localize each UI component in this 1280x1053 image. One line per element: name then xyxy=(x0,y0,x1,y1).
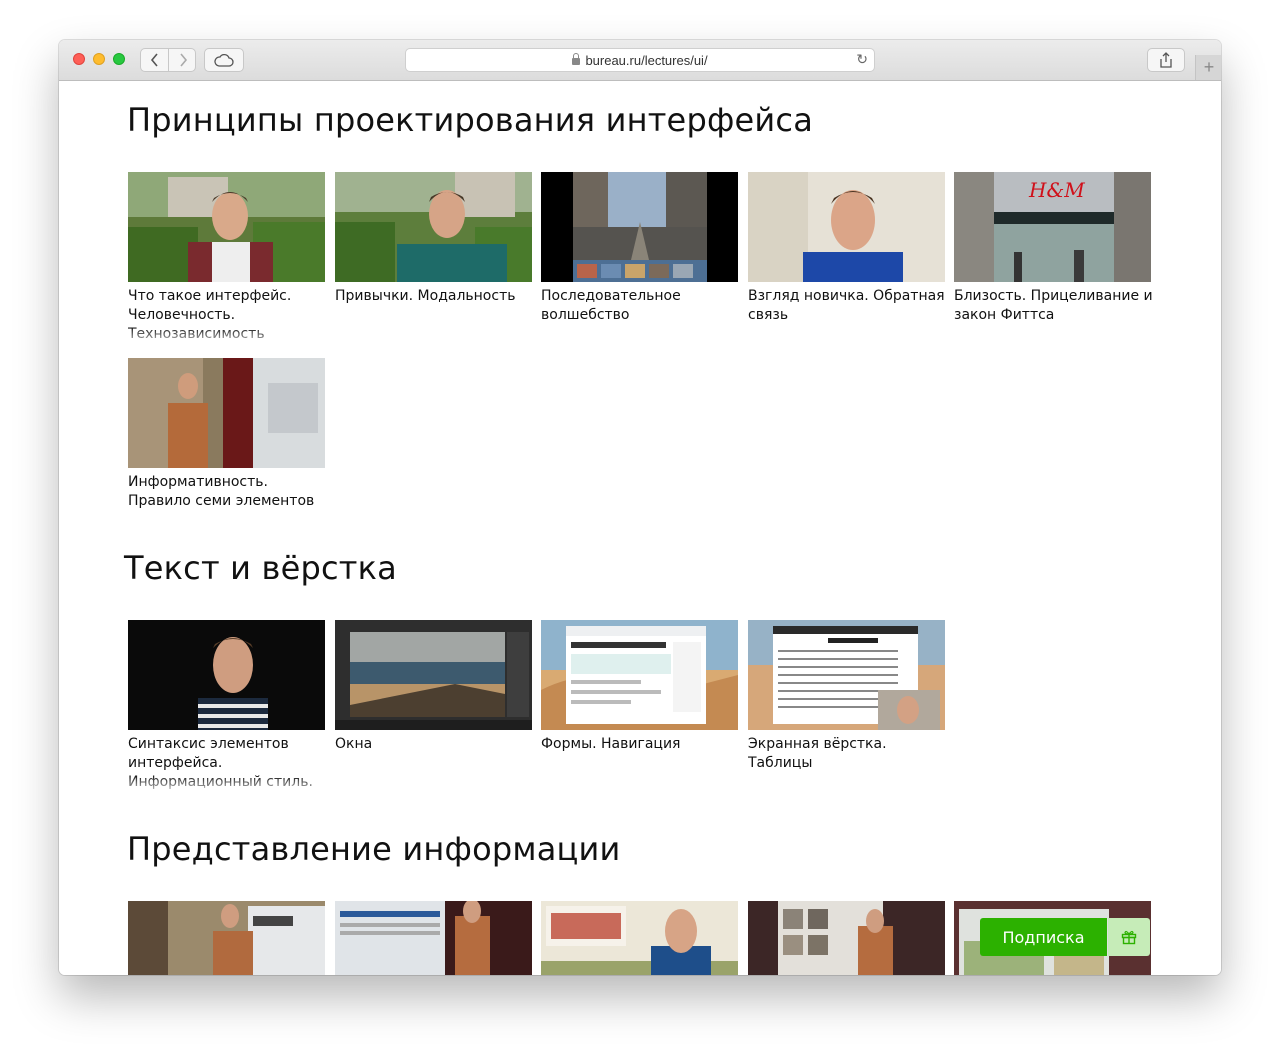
lecture-thumbnail xyxy=(335,172,532,282)
lecture-card[interactable]: Экранная вёрстка. Таблицы xyxy=(748,620,945,773)
lecture-card[interactable] xyxy=(335,901,532,975)
lecture-card[interactable] xyxy=(541,901,738,975)
lecture-card[interactable]: Окна xyxy=(335,620,532,754)
lecture-title: Что такое интерфейс. Человечность. Техно… xyxy=(128,288,292,342)
lecture-card[interactable]: Информативность. Правило семи элементов xyxy=(128,358,325,511)
lecture-card[interactable]: Последовательное волшебство xyxy=(541,172,738,325)
minimize-window-button[interactable] xyxy=(93,53,105,65)
gift-icon xyxy=(1121,930,1137,945)
lecture-thumbnail xyxy=(128,172,325,282)
page-content: Принципы проектирования интерфейса Что т… xyxy=(59,81,1221,975)
svg-text:H&M: H&M xyxy=(1028,178,1085,202)
lecture-thumbnail xyxy=(748,620,945,730)
lecture-thumbnail xyxy=(128,358,325,468)
share-button[interactable] xyxy=(1147,48,1185,72)
reload-icon[interactable]: ↻ xyxy=(856,51,868,68)
lecture-title: Последовательное волшебство xyxy=(541,288,681,323)
zoom-window-button[interactable] xyxy=(113,53,125,65)
lecture-card[interactable]: Что такое интерфейс. Человечность. Техно… xyxy=(128,172,325,344)
new-tab-button[interactable]: + xyxy=(1195,55,1221,80)
gift-button[interactable] xyxy=(1108,918,1150,956)
lecture-title: Экранная вёрстка. Таблицы xyxy=(748,736,887,771)
lecture-thumbnail xyxy=(335,620,532,730)
lecture-title: Формы. Навигация xyxy=(541,736,681,752)
lecture-thumbnail xyxy=(128,901,325,975)
address-bar[interactable]: bureau.ru/lectures/ui/ ↻ xyxy=(405,48,875,72)
lecture-card[interactable] xyxy=(748,901,945,975)
lecture-thumbnail xyxy=(335,901,532,975)
lecture-thumbnail xyxy=(541,172,738,282)
section-title: Принципы проектирования интерфейса xyxy=(127,101,814,139)
browser-window: bureau.ru/lectures/ui/ ↻ + Принципы прое… xyxy=(59,40,1221,975)
section-title: Представление информации xyxy=(127,830,621,868)
chevron-left-icon xyxy=(150,53,158,67)
lecture-thumbnail xyxy=(748,901,945,975)
chevron-right-icon xyxy=(179,53,187,67)
lecture-card[interactable]: Взгляд новичка. Обратная связь xyxy=(748,172,945,325)
section-title: Текст и вёрстка xyxy=(124,549,397,587)
cloud-icon xyxy=(214,53,234,67)
lecture-title: Информативность. Правило семи элементов xyxy=(128,474,315,509)
subscribe-button[interactable]: Подписка xyxy=(980,918,1107,956)
browser-toolbar: bureau.ru/lectures/ui/ ↻ + xyxy=(59,40,1221,81)
lock-icon xyxy=(572,53,581,65)
url-text: bureau.ru/lectures/ui/ xyxy=(585,53,708,68)
lecture-card[interactable]: Синтаксис элементов интерфейса. Информац… xyxy=(128,620,325,792)
lecture-thumbnail xyxy=(541,620,738,730)
lecture-card[interactable]: H&M Близость. Прицеливание и закон Фиттс… xyxy=(954,172,1153,325)
lecture-card[interactable]: Формы. Навигация xyxy=(541,620,738,754)
lecture-thumbnail xyxy=(748,172,945,282)
lecture-thumbnail xyxy=(541,901,738,975)
close-window-button[interactable] xyxy=(73,53,85,65)
lecture-card[interactable]: Привычки. Модальность xyxy=(335,172,532,306)
lecture-thumbnail: H&M xyxy=(954,172,1151,282)
forward-button[interactable] xyxy=(169,49,196,71)
lecture-thumbnail xyxy=(128,620,325,730)
lecture-card[interactable] xyxy=(128,901,325,975)
back-button[interactable] xyxy=(141,49,169,71)
navigation-buttons xyxy=(140,48,196,72)
share-icon xyxy=(1160,52,1172,68)
icloud-tabs-button[interactable] xyxy=(204,48,244,72)
lecture-title: Синтаксис элементов интерфейса. Информац… xyxy=(128,736,313,790)
lecture-title: Взгляд новичка. Обратная связь xyxy=(748,288,945,323)
lecture-title: Привычки. Модальность xyxy=(335,288,516,304)
lecture-title: Окна xyxy=(335,736,373,752)
lecture-title: Близость. Прицеливание и закон Фиттса xyxy=(954,288,1153,323)
